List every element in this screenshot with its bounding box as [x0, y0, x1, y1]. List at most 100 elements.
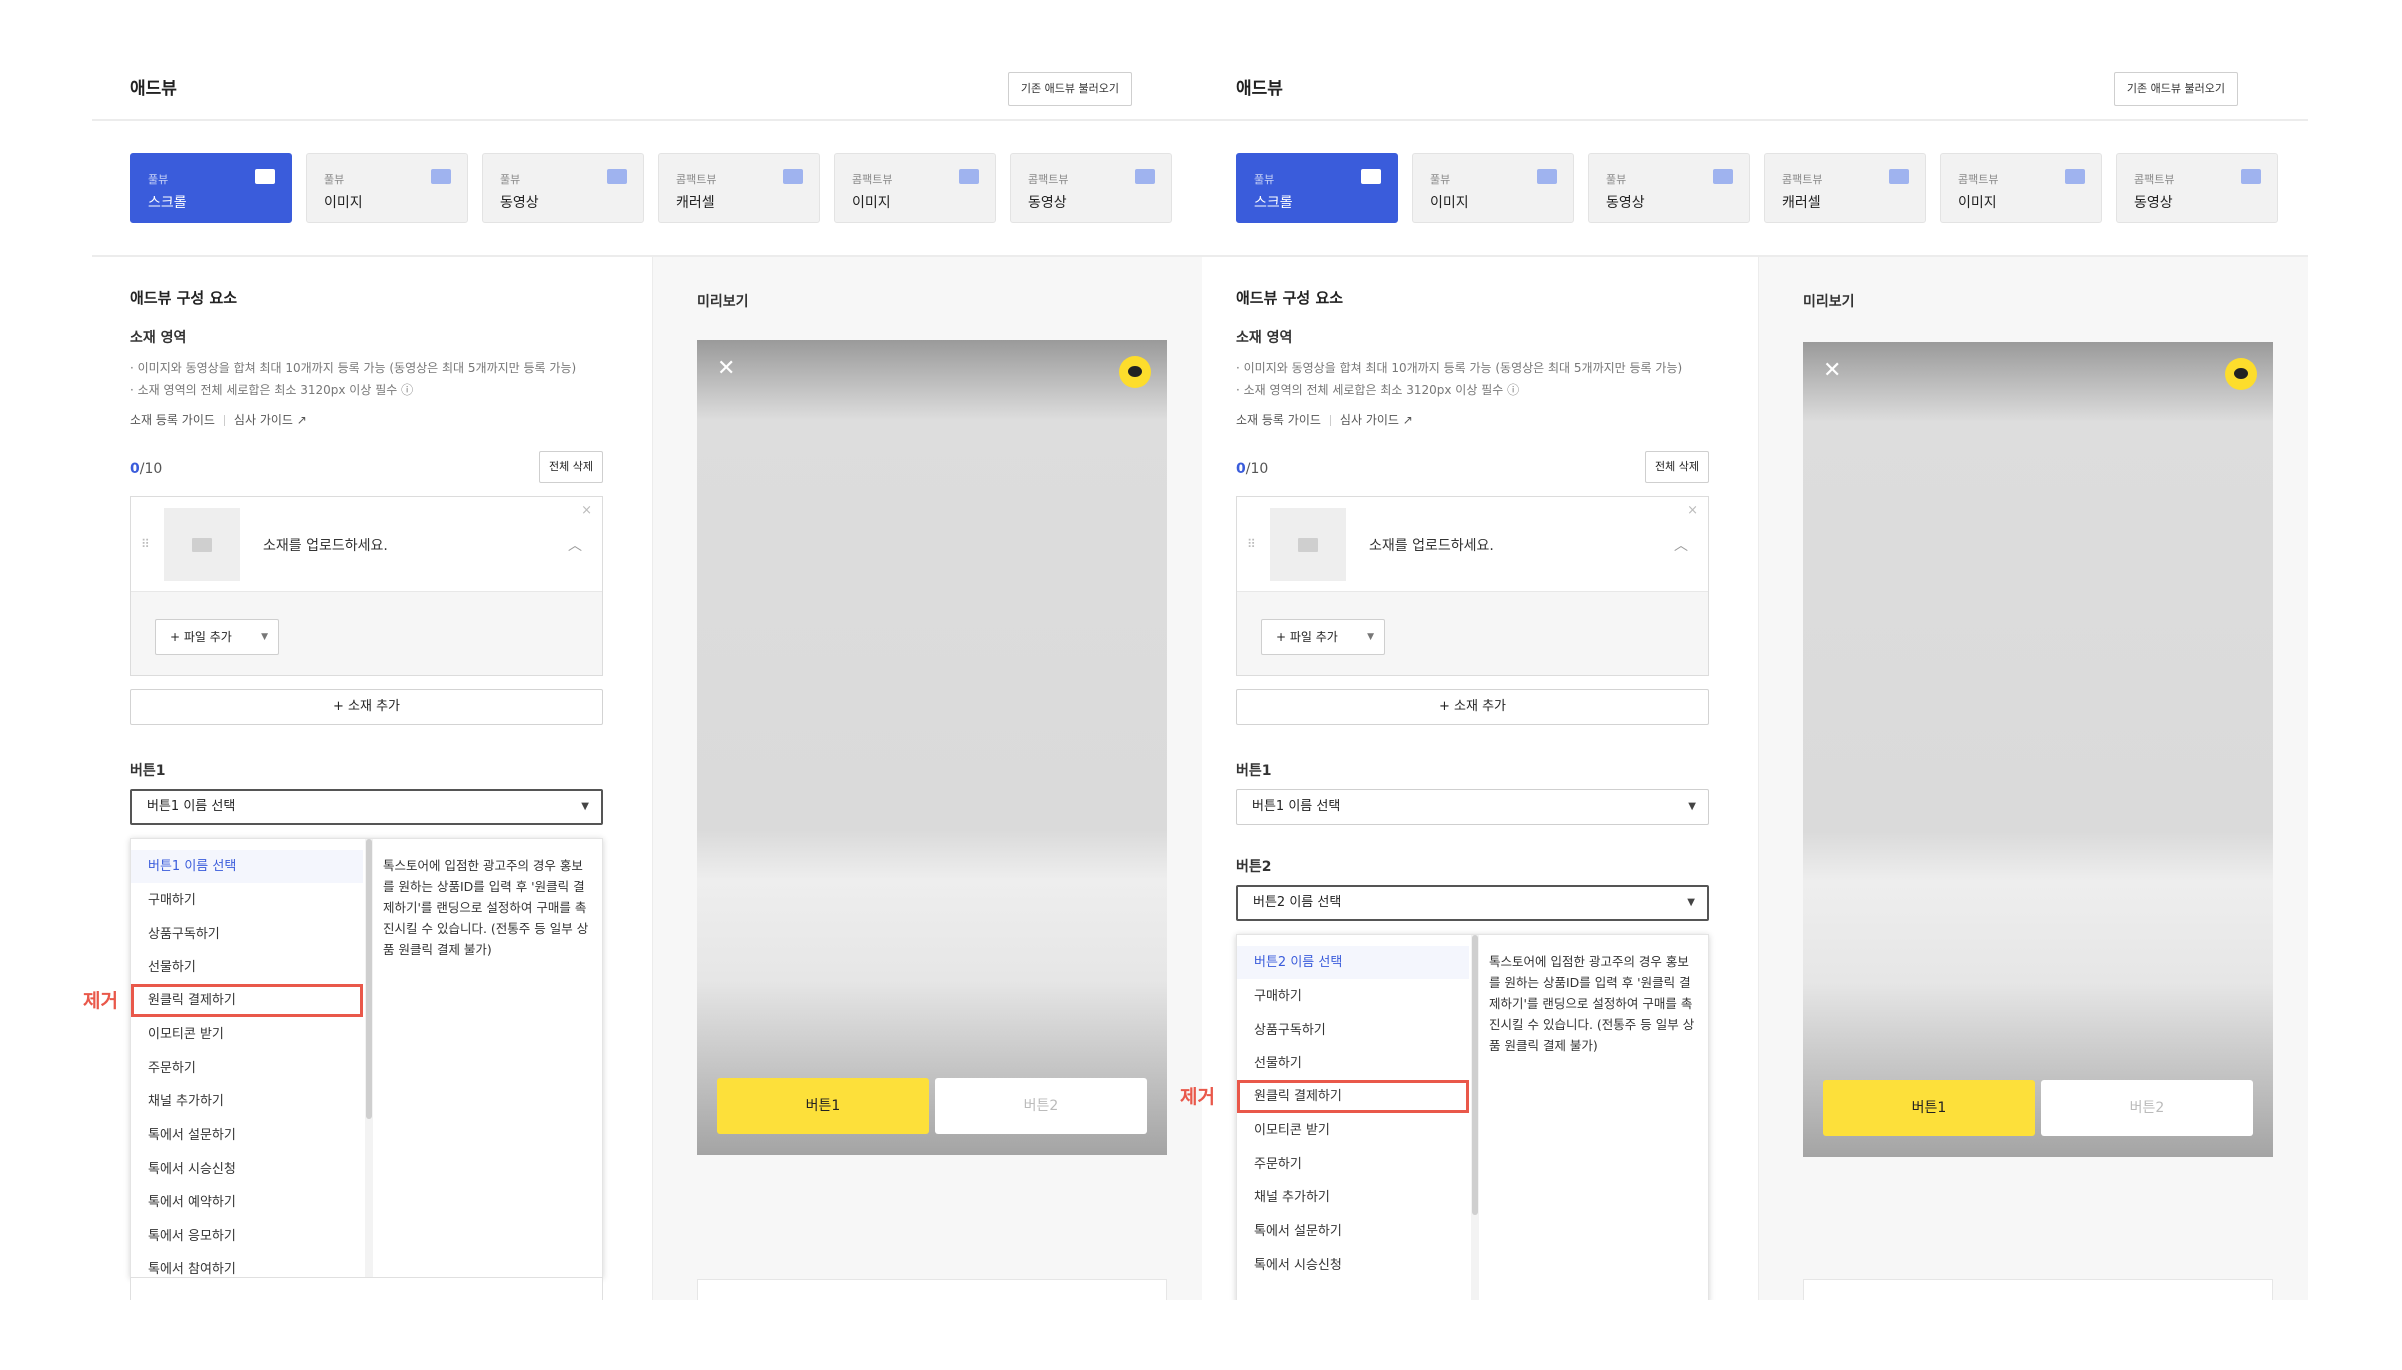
select-value: 버튼1 이름 선택: [1252, 799, 1341, 814]
button1-select[interactable]: 버튼1 이름 선택 ▼: [1236, 789, 1709, 825]
type-category: 풀뷰: [1430, 173, 1451, 186]
divider: [223, 415, 225, 426]
review-guide-link[interactable]: 심사 가이드 ↗: [234, 413, 307, 427]
type-tab-fullview-video[interactable]: 풀뷰 동영상: [482, 153, 644, 223]
dropdown-option[interactable]: 구매하기: [1237, 980, 1469, 1013]
dropdown-option[interactable]: 선물하기: [131, 951, 363, 984]
chevron-up-icon[interactable]: ︿: [568, 535, 582, 555]
divider: [1329, 415, 1331, 426]
chevron-down-icon: ▼: [261, 632, 268, 642]
upload-thumbnail[interactable]: [164, 508, 240, 581]
button2-select[interactable]: 버튼2 이름 선택 ▼: [1236, 885, 1709, 921]
preview-phone: ✕ 버튼1 버튼2: [1803, 342, 2273, 1157]
file-add-button[interactable]: + 파일 추가 ▼: [1261, 619, 1385, 655]
material-guide-link[interactable]: 소재 등록 가이드: [1236, 413, 1321, 427]
remove-annotation: 제거: [1180, 1086, 1215, 1108]
dropdown-option-oneclick-highlighted[interactable]: 원클릭 결제하기: [1237, 1080, 1469, 1113]
dropdown-option[interactable]: 채널 추가하기: [131, 1085, 363, 1118]
image-icon: [959, 169, 979, 184]
chevron-up-icon[interactable]: ︿: [1674, 535, 1688, 555]
close-icon[interactable]: ×: [581, 503, 592, 518]
type-tab-compact-video[interactable]: 콤팩트뷰 동영상: [1010, 153, 1172, 223]
select-value: 버튼2 이름 선택: [1253, 895, 1342, 910]
dropdown-option[interactable]: 이모티콘 받기: [131, 1018, 363, 1051]
note-line: · 소재 영역의 전체 세로합은 최소 3120px 이상 필수 ⓘ: [1236, 383, 1520, 397]
close-icon: ✕: [717, 356, 736, 381]
page-title: 애드뷰: [1236, 79, 1283, 99]
guide-links: 소재 등록 가이드 심사 가이드 ↗: [1236, 411, 1413, 428]
dropdown-option[interactable]: 상품구독하기: [1237, 1014, 1469, 1047]
type-tab-compact-image[interactable]: 콤팩트뷰 이미지: [834, 153, 996, 223]
add-material-button[interactable]: + 소재 추가: [130, 689, 603, 725]
review-guide-link[interactable]: 심사 가이드 ↗: [1340, 413, 1413, 427]
dropdown-option[interactable]: 톡에서 설문하기: [131, 1119, 363, 1152]
type-category: 풀뷰: [324, 173, 345, 186]
counter-current: 0: [130, 461, 140, 477]
chevron-down-icon: ▼: [1367, 632, 1374, 642]
delete-all-button[interactable]: 전체 삭제: [539, 451, 603, 483]
section-title: 애드뷰 구성 요소: [1236, 289, 1344, 307]
dropdown-option[interactable]: 톡에서 참여하기: [131, 1253, 363, 1277]
material-counter: 0/10: [130, 461, 162, 477]
type-tab-compact-carousel[interactable]: 콤팩트뷰 캐러셀: [1764, 153, 1926, 223]
counter-max: /10: [1245, 461, 1269, 477]
dropdown-option[interactable]: 채널 추가하기: [1237, 1181, 1469, 1214]
upload-placeholder: 소재를 업로드하세요.: [1369, 538, 1494, 554]
load-existing-adview-button[interactable]: 기존 애드뷰 불러오기: [2113, 72, 2238, 106]
file-add-button[interactable]: + 파일 추가 ▼: [155, 619, 279, 655]
button1-label: 버튼1: [1236, 763, 1272, 779]
dropdown-option-oneclick-highlighted[interactable]: 원클릭 결제하기: [131, 984, 363, 1017]
adview-editor: 애드뷰 구성 요소 소재 영역 · 이미지와 동영상을 합쳐 최대 10개까지 …: [1198, 257, 1758, 1300]
delete-all-button[interactable]: 전체 삭제: [1645, 451, 1709, 483]
type-tab-compact-image[interactable]: 콤팩트뷰 이미지: [1940, 153, 2102, 223]
drag-handle-icon[interactable]: ⠿: [1247, 537, 1257, 551]
type-name: 이미지: [1430, 195, 1469, 211]
type-tab-fullview-scroll[interactable]: 풀뷰 스크롤: [130, 153, 292, 223]
type-category: 콤팩트뷰: [1028, 173, 1069, 186]
dropdown-option[interactable]: 선물하기: [1237, 1047, 1469, 1080]
dropdown-option[interactable]: 톡에서 설문하기: [1237, 1215, 1469, 1248]
type-name: 이미지: [324, 195, 363, 211]
dropdown-option[interactable]: 이모티콘 받기: [1237, 1114, 1469, 1147]
drag-handle-icon[interactable]: ⠿: [141, 537, 151, 551]
dropdown-option[interactable]: 상품구독하기: [131, 918, 363, 951]
image-icon: [1889, 169, 1909, 184]
button2-dropdown: 버튼2 이름 선택 구매하기 상품구독하기 선물하기 원클릭 결제하기 이모티콘…: [1236, 934, 1709, 1300]
next-field: [130, 1277, 603, 1300]
type-tab-fullview-image[interactable]: 풀뷰 이미지: [1412, 153, 1574, 223]
kakaotalk-icon: [2225, 358, 2257, 390]
dropdown-option[interactable]: 톡에서 시승신청: [1237, 1249, 1469, 1282]
upload-thumbnail[interactable]: [1270, 508, 1346, 581]
dropdown-option[interactable]: 톡에서 응모하기: [131, 1220, 363, 1253]
dropdown-option[interactable]: 버튼1 이름 선택: [131, 850, 363, 883]
add-material-button[interactable]: + 소재 추가: [1236, 689, 1709, 725]
dropdown-option[interactable]: 톡에서 예약하기: [131, 1186, 363, 1219]
chevron-down-icon: ▼: [1688, 801, 1696, 812]
dropdown-option[interactable]: 구매하기: [131, 884, 363, 917]
type-category: 콤팩트뷰: [1958, 173, 1999, 186]
dropdown-scrollbar-thumb[interactable]: [366, 839, 372, 1119]
video-icon: [2241, 169, 2261, 184]
type-name: 이미지: [1958, 195, 1997, 211]
type-tab-fullview-video[interactable]: 풀뷰 동영상: [1588, 153, 1750, 223]
image-icon: [2065, 169, 2085, 184]
type-name: 스크롤: [1254, 195, 1293, 211]
remove-annotation: 제거: [83, 990, 118, 1012]
dropdown-option[interactable]: 버튼2 이름 선택: [1237, 946, 1469, 979]
type-category: 풀뷰: [500, 173, 521, 186]
dropdown-option[interactable]: 주문하기: [1237, 1148, 1469, 1181]
dropdown-option[interactable]: 톡에서 시승신청: [131, 1153, 363, 1186]
material-guide-link[interactable]: 소재 등록 가이드: [130, 413, 215, 427]
type-tab-fullview-scroll[interactable]: 풀뷰 스크롤: [1236, 153, 1398, 223]
load-existing-adview-button[interactable]: 기존 애드뷰 불러오기: [1007, 72, 1132, 106]
button1-select[interactable]: 버튼1 이름 선택 ▼: [130, 789, 603, 825]
type-name: 동영상: [1606, 195, 1645, 211]
type-tab-fullview-image[interactable]: 풀뷰 이미지: [306, 153, 468, 223]
type-tab-compact-carousel[interactable]: 콤팩트뷰 캐러셀: [658, 153, 820, 223]
close-icon[interactable]: ×: [1687, 503, 1698, 518]
type-tab-compact-video[interactable]: 콤팩트뷰 동영상: [2116, 153, 2278, 223]
dropdown-scrollbar-thumb[interactable]: [1472, 935, 1478, 1215]
dropdown-option[interactable]: 주문하기: [131, 1052, 363, 1085]
option-description: 톡스토어에 입점한 광고주의 경우 홍보를 원하는 상품ID를 입력 후 '원클…: [383, 858, 589, 957]
preview-button1: 버튼1: [717, 1078, 929, 1134]
